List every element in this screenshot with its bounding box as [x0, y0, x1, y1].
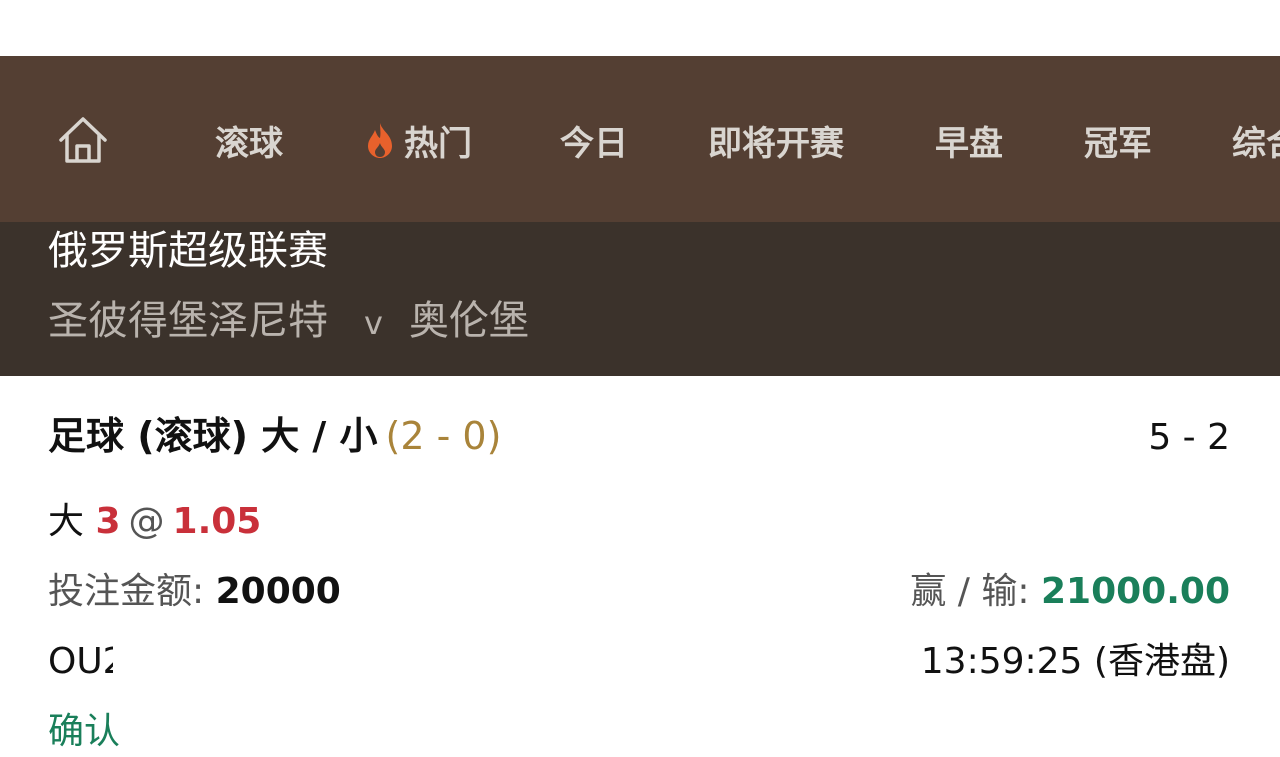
nav-item-label: 综合: [1232, 123, 1280, 164]
live-score: 5 - 2: [1148, 417, 1230, 458]
bet-slip-page: 滚球 热门 今日 即将开赛 早盘 冠军 综合 俄罗斯超级联赛: [0, 0, 1280, 757]
winlose-row: 赢 / 输: 21000.00: [910, 568, 1230, 616]
stake-label: 投注金额:: [48, 571, 205, 612]
ticket-id: OU22: [48, 638, 223, 686]
stake-value: 20000: [215, 571, 341, 612]
nav-item-outright[interactable]: 冠军: [1084, 114, 1152, 166]
home-icon: [59, 117, 107, 163]
league-name: 俄罗斯超级联赛: [48, 228, 328, 274]
winlose-label: 赢 / 输:: [910, 571, 1030, 612]
nav-item-upcoming[interactable]: 即将开赛: [708, 114, 844, 166]
sports-nav-bar: 滚球 热门 今日 即将开赛 早盘 冠军 综合: [0, 56, 1280, 222]
winlose-value: 21000.00: [1040, 571, 1230, 612]
score-at-bet: (2 - 0): [385, 414, 502, 458]
nav-item-label: 冠军: [1084, 123, 1152, 164]
nav-item-today[interactable]: 今日: [560, 114, 628, 166]
selection-name: 大: [48, 501, 85, 542]
nav-item-label: 热门: [404, 123, 472, 164]
bet-market-title: 足球 (滚球) 大 / 小 (2 - 0): [48, 412, 501, 460]
nav-item-label: 早盘: [935, 123, 1003, 164]
nav-item-hot[interactable]: 热门: [364, 114, 472, 166]
vs-label: v: [364, 304, 383, 342]
market-name: 足球 (滚球) 大 / 小: [48, 414, 378, 458]
nav-item-parlay[interactable]: 综合: [1232, 114, 1280, 166]
match-teams: 圣彼得堡泽尼特 v 奥伦堡: [48, 296, 529, 348]
status-bar-area: [0, 0, 1280, 56]
away-team: 奥伦堡: [408, 298, 529, 344]
handicap-line: 3: [95, 501, 121, 542]
stake-row: 投注金额: 20000: [48, 568, 341, 616]
status-badge: 确认: [48, 711, 121, 752]
at-sign: @: [128, 501, 165, 542]
nav-item-label: 今日: [560, 123, 628, 164]
nav-item-live[interactable]: 滚球: [215, 114, 283, 166]
flame-icon: [364, 121, 396, 159]
bet-selection: 大 3 @1.05: [48, 498, 261, 546]
home-team: 圣彼得堡泽尼特: [48, 298, 328, 344]
nav-item-label: 即将开赛: [708, 123, 844, 164]
nav-item-label: 滚球: [215, 123, 283, 164]
redaction-mask: [112, 643, 223, 683]
home-button[interactable]: [56, 114, 110, 166]
nav-item-early[interactable]: 早盘: [935, 114, 1003, 166]
bet-time: 13:59:25 (香港盘): [920, 641, 1230, 682]
odds-value: 1.05: [172, 501, 262, 542]
